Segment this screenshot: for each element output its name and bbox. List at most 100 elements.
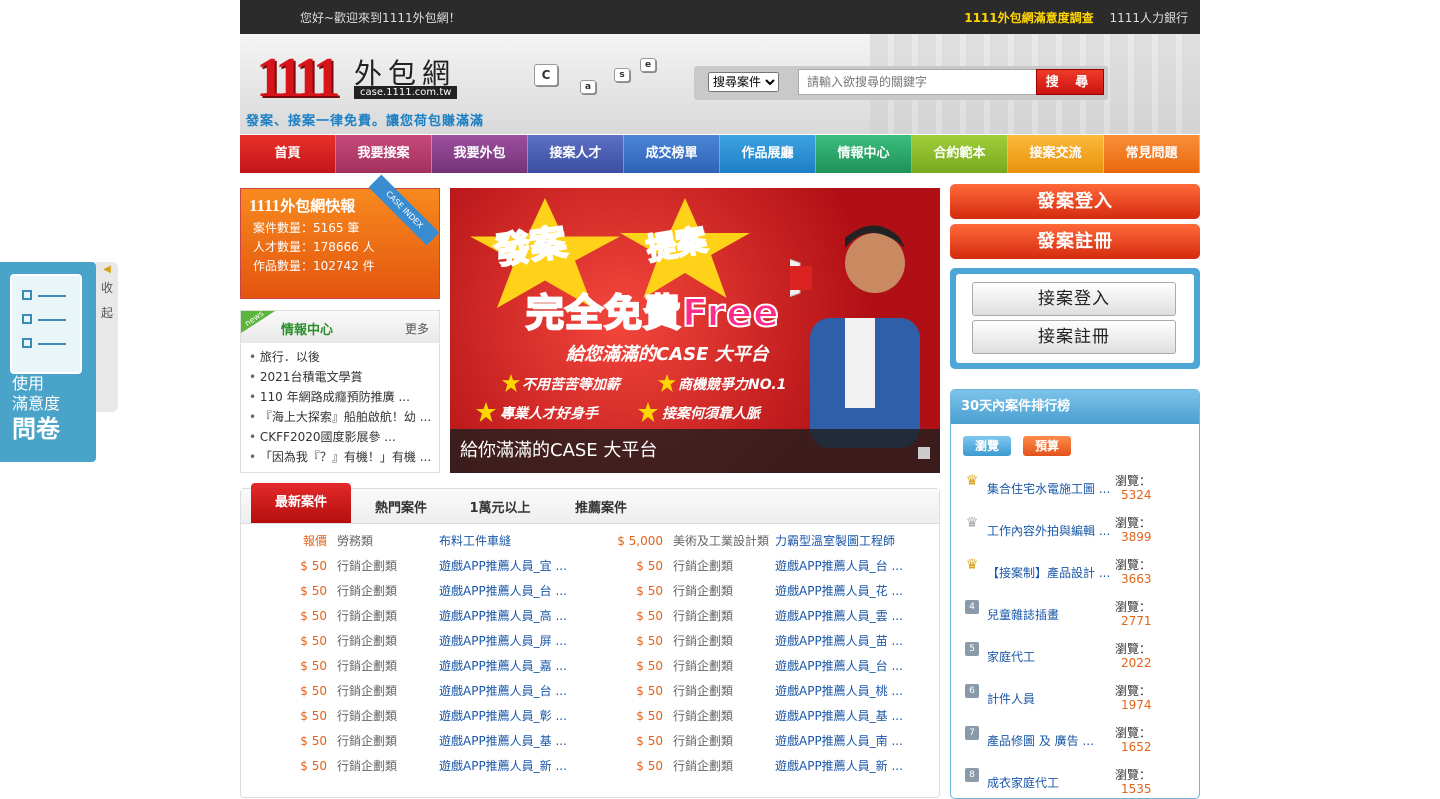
case-title-link[interactable]: 遊戲APP推薦人員_台 ...	[439, 679, 567, 704]
post-register-button[interactable]: 發案註冊	[950, 224, 1200, 259]
rank-number: 6	[965, 684, 979, 698]
case-title-link[interactable]: 遊戲APP推薦人員_基 ...	[775, 704, 903, 729]
case-title-link[interactable]: 遊戲APP推薦人員_基 ...	[439, 729, 567, 754]
search-button[interactable]: 搜 尋	[1036, 69, 1104, 95]
keyboard-keys-illustration: C a s e	[530, 54, 690, 124]
info-item[interactable]: 「因為我『？』有機！」有機 ...	[249, 447, 431, 467]
case-row: 報價 勞務類 布料工件車縫 $ 5,000 美術及工業設計類 力霸型溫室製圖工程師	[241, 529, 941, 554]
views-label: 瀏覽：	[1115, 726, 1152, 740]
ranking-item[interactable]: ♛ 集合住宅水電施工圖 ... 瀏覽： 5324	[951, 472, 1199, 514]
case-title-link[interactable]: 遊戲APP推薦人員_彰 ...	[439, 704, 567, 729]
ranking-case-name[interactable]: 工作內容外拍與編輯 ...	[987, 522, 1111, 539]
case-price: $ 50	[300, 759, 327, 773]
ranking-item[interactable]: ♛ 【接案制】產品設計 ... 瀏覽： 3663	[951, 556, 1199, 598]
case-title-link[interactable]: 遊戲APP推薦人員_宜 ...	[439, 554, 567, 579]
nav-exchange[interactable]: 接案交流	[1008, 135, 1104, 173]
views-label: 瀏覽：	[1115, 768, 1152, 782]
nav-faq[interactable]: 常見問題	[1104, 135, 1200, 173]
banner-point-1: 不用苦苦等加薪	[522, 377, 620, 393]
ranking-case-name[interactable]: 家庭代工	[987, 648, 1111, 665]
case-title-link[interactable]: 布料工件車縫	[439, 529, 511, 554]
info-more-link[interactable]: 更多	[405, 320, 429, 337]
case-title-link[interactable]: 遊戲APP推薦人員_新 ...	[439, 754, 567, 779]
ranking-item[interactable]: 5 家庭代工 瀏覽： 2022	[951, 640, 1199, 682]
take-login-button[interactable]: 接案登入	[972, 282, 1176, 316]
case-title-link[interactable]: 遊戲APP推薦人員_嘉 ...	[439, 654, 567, 679]
case-title-link[interactable]: 遊戲APP推薦人員_台 ...	[775, 554, 903, 579]
info-item[interactable]: 『海上大探索』船舶啟航！幼 ...	[249, 407, 431, 427]
ranking-case-name[interactable]: 產品修圖 及 廣告 ...	[987, 732, 1111, 749]
ranking-item[interactable]: 7 產品修圖 及 廣告 ... 瀏覽： 1652	[951, 724, 1199, 766]
take-register-button[interactable]: 接案註冊	[972, 320, 1176, 354]
rank-tab-budget[interactable]: 預算	[1023, 436, 1071, 456]
views-count: 3899	[1121, 530, 1152, 544]
case-title-link[interactable]: 遊戲APP推薦人員_台 ...	[775, 654, 903, 679]
slogan: 發案、接案一律免費。讓您荷包賺滿滿	[246, 114, 485, 129]
collapse-label-1: 收	[100, 281, 113, 295]
case-category: 行銷企劃類	[337, 559, 398, 573]
search-input[interactable]	[798, 69, 1052, 95]
ranking-case-name[interactable]: 集合住宅水電施工圖 ...	[987, 480, 1111, 497]
search-bar: 搜尋案件 搜 尋	[694, 66, 1108, 100]
case-title-link[interactable]: 遊戲APP推薦人員_新 ...	[775, 754, 903, 779]
case-title-link[interactable]: 遊戲APP推薦人員_桃 ...	[775, 679, 903, 704]
ranking-item[interactable]: 6 計件人員 瀏覽： 1974	[951, 682, 1199, 724]
nav-deals[interactable]: 成交榜單	[624, 135, 720, 173]
satisfaction-survey-widget[interactable]: 使用 滿意度 問卷	[0, 262, 96, 462]
survey-link[interactable]: 1111外包網滿意度調查	[964, 11, 1093, 25]
post-login-button[interactable]: 發案登入	[950, 184, 1200, 219]
tab-hot[interactable]: 熱門案件	[361, 495, 441, 523]
tab-over-10k[interactable]: 1萬元以上	[455, 495, 545, 523]
ranking-item[interactable]: 4 兒童雜誌插畫 瀏覽： 2771	[951, 598, 1199, 640]
info-item[interactable]: CKFF2020國度影展參 ...	[249, 427, 431, 447]
case-title-link[interactable]: 遊戲APP推薦人員_台 ...	[439, 579, 567, 604]
search-type-select[interactable]: 搜尋案件	[708, 72, 779, 92]
case-price: $ 50	[636, 634, 663, 648]
ranking-case-name[interactable]: 成衣家庭代工	[987, 774, 1111, 791]
case-title-link[interactable]: 遊戲APP推薦人員_雲 ...	[775, 604, 903, 629]
slide-indicator[interactable]	[918, 447, 930, 459]
survey-line3: 問卷	[12, 415, 60, 443]
tab-latest[interactable]: 最新案件	[251, 483, 351, 523]
case-category: 行銷企劃類	[337, 709, 398, 723]
views-label: 瀏覽：	[1115, 642, 1152, 656]
case-row: $ 50 行銷企劃類 遊戲APP推薦人員_嘉 ... $ 50 行銷企劃類 遊戲APP推薦…	[241, 654, 941, 679]
banner-point-3: 專業人才好身手	[500, 406, 598, 422]
rank-tab-views[interactable]: 瀏覽	[963, 436, 1011, 456]
promo-banner[interactable]: 發案 提案 完全免費Free 給您滿滿的CASE 大平台 不用苦苦等加薪 商機競…	[450, 188, 940, 473]
logo-number[interactable]: 1111	[256, 48, 341, 108]
nav-info[interactable]: 情報中心	[816, 135, 912, 173]
nav-talent[interactable]: 接案人才	[528, 135, 624, 173]
case-title-link[interactable]: 遊戲APP推薦人員_花 ...	[775, 579, 903, 604]
info-item[interactable]: 2021台積電文學賞	[249, 367, 431, 387]
nav-home[interactable]: 首頁	[240, 135, 336, 173]
case-row: $ 50 行銷企劃類 遊戲APP推薦人員_台 ... $ 50 行銷企劃類 遊戲APP推薦…	[241, 679, 941, 704]
case-title-link[interactable]: 遊戲APP推薦人員_苗 ...	[775, 629, 903, 654]
nav-take-case[interactable]: 我要接案	[336, 135, 432, 173]
job-bank-link[interactable]: 1111人力銀行	[1109, 11, 1188, 25]
nav-portfolio[interactable]: 作品展廳	[720, 135, 816, 173]
case-category: 行銷企劃類	[673, 734, 734, 748]
nav-outsource[interactable]: 我要外包	[432, 135, 528, 173]
case-row: $ 50 行銷企劃類 遊戲APP推薦人員_台 ... $ 50 行銷企劃類 遊戲APP推薦…	[241, 579, 941, 604]
case-title-link[interactable]: 力霸型溫室製圖工程師	[775, 529, 895, 554]
nav-contracts[interactable]: 合約範本	[912, 135, 1008, 173]
ranking-item[interactable]: 8 成衣家庭代工 瀏覽： 1535	[951, 766, 1199, 798]
case-category: 勞務類	[337, 534, 374, 548]
tab-recommended[interactable]: 推薦案件	[561, 495, 641, 523]
info-item[interactable]: 110 年網路成癮預防推廣 ...	[249, 387, 431, 407]
case-title-link[interactable]: 遊戲APP推薦人員_屏 ...	[439, 629, 567, 654]
ranking-case-name[interactable]: 計件人員	[987, 690, 1111, 707]
case-title-link[interactable]: 遊戲APP推薦人員_高 ...	[439, 604, 567, 629]
ranking-case-name[interactable]: 【接案制】產品設計 ...	[987, 564, 1111, 581]
case-index-ribbon: CASE INDEX	[368, 174, 440, 246]
stats-title: 外包網快報	[280, 197, 356, 215]
views-label: 瀏覽：	[1115, 558, 1152, 572]
ranking-case-name[interactable]: 兒童雜誌插畫	[987, 606, 1111, 623]
case-title-link[interactable]: 遊戲APP推薦人員_南 ...	[775, 729, 903, 754]
case-price: $ 50	[636, 684, 663, 698]
ranking-item[interactable]: ♛ 工作內容外拍與編輯 ... 瀏覽： 3899	[951, 514, 1199, 556]
collapse-tab[interactable]: ◀ 收 起	[96, 262, 118, 412]
stat-talent: 人才數量：178666 人	[253, 240, 375, 254]
info-item[interactable]: 旅行．以後	[249, 347, 431, 367]
